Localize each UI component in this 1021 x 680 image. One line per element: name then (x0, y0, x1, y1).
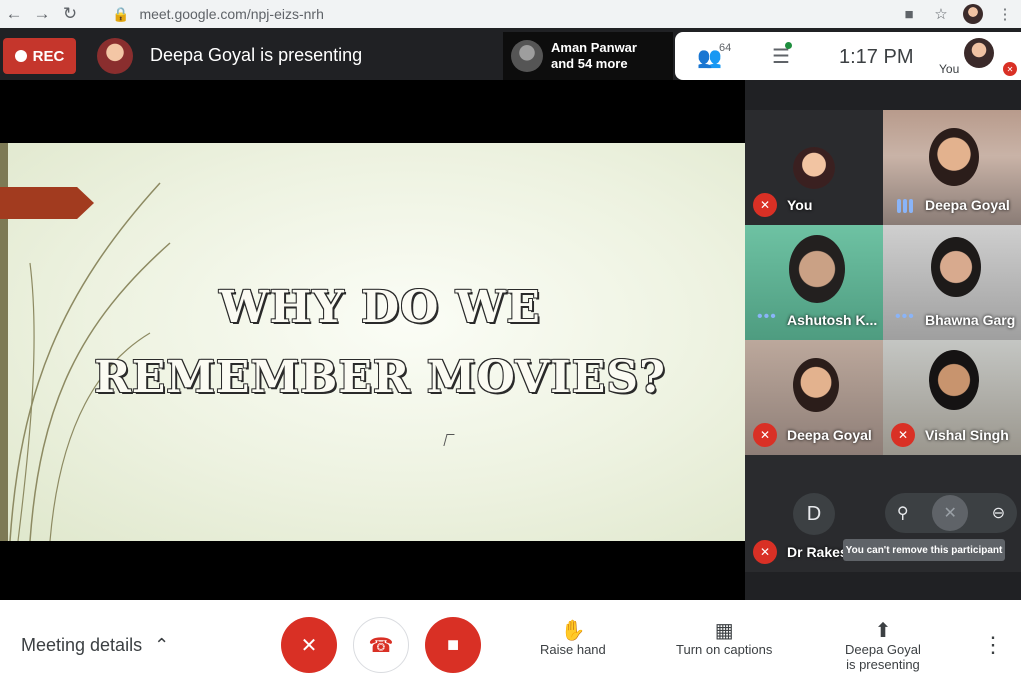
reload-icon[interactable]: ↻ (56, 0, 84, 28)
audio-dots-icon: ••• (895, 308, 915, 325)
url-text: meet.google.com/npj-eizs-nrh (139, 6, 324, 22)
tile-hover-controls: ⚲ ✕ ⊖ (885, 493, 1017, 533)
captions-button[interactable]: ▦ Turn on captions (676, 618, 772, 657)
self-mic-off-icon: ✕ (1003, 62, 1017, 76)
participant-name: Deepa Goyal (787, 427, 872, 443)
other-participants-strip[interactable]: Aman Panwar and 54 more (503, 32, 673, 80)
slide-title-line2: REMEMBER MOVIES? (94, 352, 666, 403)
chat-icon[interactable]: ☰ (772, 42, 792, 69)
participant-tile[interactable]: D ✕ Dr Rakes ⚲ ✕ ⊖ You can't remove this… (745, 455, 1021, 572)
meeting-clock: 1:17 PM (839, 46, 914, 68)
presenting-text: Deepa Goyal is presenting (150, 45, 363, 65)
address-bar[interactable]: 🔒 meet.google.com/npj-eizs-nrh (106, 3, 948, 25)
others-line2: and 54 more (551, 56, 628, 71)
tooltip: You can't remove this participant (843, 539, 1005, 561)
camera-icon[interactable]: ■ (893, 6, 925, 23)
people-icon[interactable]: 👥 64 (697, 42, 731, 70)
participant-name: Deepa Goyal (925, 197, 1010, 213)
meeting-details-label: Meeting details (21, 635, 143, 655)
remove-participant-icon[interactable]: ⊖ (992, 503, 1005, 523)
meet-topbar: REC Deepa Goyal is presenting Aman Panwa… (0, 28, 1021, 80)
mic-off-icon: ✕ (753, 540, 777, 564)
profile-avatar[interactable] (957, 4, 989, 24)
mute-participant-icon[interactable]: ✕ (932, 495, 969, 531)
present-now-button[interactable]: ⬆ Deepa Goyal is presenting (845, 618, 921, 672)
more-options-icon[interactable]: ⋮ (982, 632, 1004, 658)
participant-name: Bhawna Garg (925, 312, 1016, 328)
hang-up-icon: ☎ (368, 634, 394, 657)
lock-icon: 🔒 (112, 5, 130, 22)
pin-icon[interactable]: ⚲ (897, 503, 909, 523)
mic-off-icon: ✕ (891, 423, 915, 447)
participant-tile[interactable]: ••• Bhawna Garg (883, 225, 1021, 340)
participant-tile[interactable]: ✕ Deepa Goyal (745, 340, 883, 455)
participant-video (929, 350, 979, 410)
microphone-toggle-button[interactable]: ✕ (281, 617, 337, 673)
participant-video (793, 358, 839, 412)
participant-tile[interactable]: Deepa Goyal (883, 110, 1021, 225)
participant-video (931, 237, 981, 297)
participant-avatar (511, 40, 543, 72)
participant-tile[interactable]: ✕ Vishal Singh (883, 340, 1021, 455)
star-icon[interactable]: ☆ (925, 5, 957, 23)
rec-label: REC (32, 47, 65, 65)
audio-dots-icon: ••• (757, 308, 777, 325)
menu-dots-icon[interactable]: ⋮ (989, 5, 1021, 23)
people-count: 64 (719, 42, 732, 54)
present-screen-icon: ⬆ (874, 620, 892, 642)
speaking-indicator-icon (897, 199, 913, 213)
record-dot-icon (14, 50, 27, 62)
participant-name: You (787, 197, 813, 213)
participant-name: Vishal Singh (925, 427, 1009, 443)
participant-name: Ashutosh K... (787, 312, 878, 328)
present-label-line1: Deepa Goyal (845, 642, 921, 657)
participant-tile[interactable]: ✕ You (745, 110, 883, 225)
forward-arrow-icon[interactable]: → (28, 0, 56, 28)
meet-bottom-bar: Meeting details ⌃ ✕ ☎ ■ ✋ Raise hand ▦ T… (0, 600, 1021, 680)
self-avatar[interactable] (964, 38, 994, 68)
raise-hand-label: Raise hand (540, 642, 606, 657)
browser-toolbar: ← → ↻ 🔒 meet.google.com/npj-eizs-nrh ■ ☆… (0, 0, 1021, 28)
slide-title-line1: WHY DO WE (219, 282, 541, 333)
recording-badge[interactable]: REC (3, 38, 76, 74)
participant-video (789, 235, 845, 303)
captions-label: Turn on captions (676, 642, 773, 657)
raise-hand-button[interactable]: ✋ Raise hand (540, 618, 606, 657)
mic-off-icon: ✕ (753, 193, 777, 217)
participant-video (929, 128, 979, 186)
camera-off-icon: ■ (446, 633, 460, 656)
chevron-up-icon: ⌃ (154, 635, 170, 655)
present-label-line2: is presenting (846, 657, 920, 672)
slide-title: WHY DO WE REMEMBER MOVIES? (20, 273, 740, 413)
back-arrow-icon[interactable]: ← (0, 0, 28, 28)
participant-grid: ✕ You Deepa Goyal ••• Ashutosh K... ••• … (745, 110, 1021, 572)
participant-tile[interactable]: ••• Ashutosh K... (745, 225, 883, 340)
mic-off-icon: ✕ (753, 423, 777, 447)
meeting-info-panel: 👥 64 ☰ 1:17 PM You ✕ (675, 32, 1021, 80)
meeting-details-button[interactable]: Meeting details ⌃ (21, 635, 169, 656)
chat-notification-dot (784, 42, 792, 49)
leave-call-button[interactable]: ☎ (353, 617, 409, 673)
participant-avatar (793, 147, 835, 189)
browser-actions: ■ ☆ ⋮ (893, 0, 1021, 28)
presentation-slide: WHY DO WE REMEMBER MOVIES? (0, 143, 745, 541)
self-label: You (939, 62, 960, 76)
captions-icon: ▦ (714, 620, 734, 642)
camera-toggle-button[interactable]: ■ (425, 617, 481, 673)
others-line1: Aman Panwar (551, 40, 637, 55)
mic-off-icon: ✕ (300, 634, 318, 657)
participant-initial-avatar: D (793, 493, 835, 535)
participant-name: Dr Rakes (787, 544, 848, 560)
presenter-avatar (97, 38, 133, 74)
hand-icon: ✋ (560, 620, 586, 642)
